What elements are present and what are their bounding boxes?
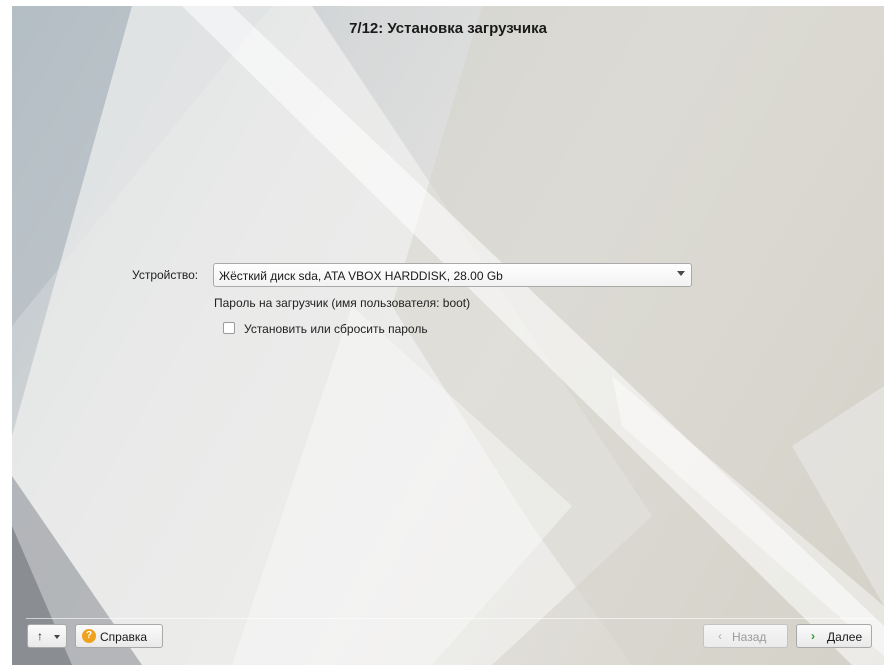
- up-menu-button[interactable]: ↑: [27, 624, 67, 648]
- help-icon: ?: [82, 629, 96, 643]
- next-button-label: Далее: [827, 630, 863, 644]
- back-button-label: Назад: [732, 630, 767, 644]
- chevron-right-icon: ›: [811, 629, 815, 643]
- arrow-up-icon: ↑: [37, 629, 43, 643]
- background-artwork: [12, 6, 884, 665]
- help-button[interactable]: ? Справка: [75, 624, 163, 648]
- device-label: Устройство:: [132, 268, 199, 282]
- back-button[interactable]: ‹ Назад: [703, 624, 788, 648]
- chevron-down-icon: [677, 271, 685, 276]
- bootloader-password-label: Пароль на загрузчик (имя пользователя: b…: [214, 296, 471, 310]
- dropdown-arrow-icon: [54, 635, 60, 639]
- chevron-left-icon: ‹: [718, 629, 722, 643]
- device-dropdown[interactable]: Жёсткий диск sda, ATA VBOX HARDDISK, 28.…: [213, 263, 692, 287]
- next-button[interactable]: › Далее: [796, 624, 872, 648]
- page-title: 7/12: Установка загрузчика: [349, 20, 547, 37]
- set-password-checkbox[interactable]: [223, 322, 235, 334]
- set-password-label: Установить или сбросить пароль: [244, 322, 428, 336]
- installer-window: 7/12: Установка загрузчика Устройство: Ж…: [12, 6, 884, 665]
- footer-divider: [26, 618, 874, 619]
- device-dropdown-value: Жёсткий диск sda, ATA VBOX HARDDISK, 28.…: [219, 269, 503, 283]
- help-button-label: Справка: [100, 630, 148, 644]
